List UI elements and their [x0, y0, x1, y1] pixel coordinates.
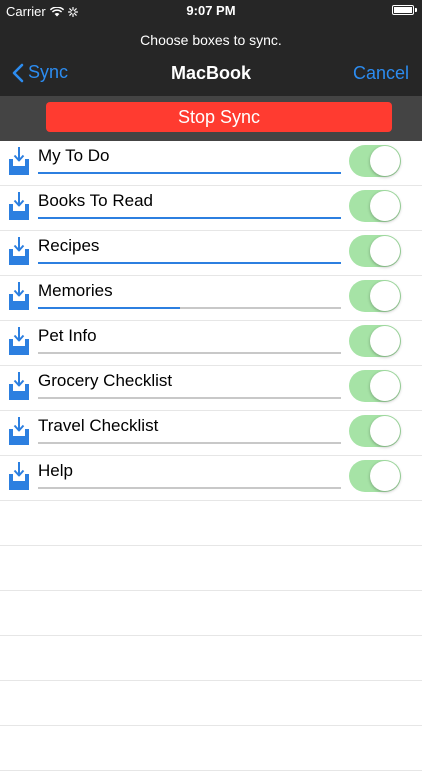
box-download-icon	[8, 416, 30, 446]
box-name: Help	[38, 461, 73, 480]
sync-toggle[interactable]	[349, 190, 401, 222]
box-download-icon	[8, 236, 30, 266]
sync-progress-bar	[38, 217, 341, 219]
sync-progress-fill	[38, 217, 341, 219]
toggle-knob	[370, 461, 400, 491]
sync-progress-bar	[38, 352, 341, 354]
sync-toggle[interactable]	[349, 325, 401, 357]
sync-toggle[interactable]	[349, 280, 401, 312]
cancel-button[interactable]: Cancel	[353, 63, 409, 84]
list-item[interactable]: Grocery Checklist	[0, 366, 422, 411]
toggle-knob	[370, 146, 400, 176]
box-name: My To Do	[38, 146, 110, 165]
list-item[interactable]: Memories	[0, 276, 422, 321]
back-button[interactable]: Sync	[12, 62, 68, 83]
sync-prompt: Choose boxes to sync.	[140, 32, 282, 48]
box-name: Grocery Checklist	[38, 371, 173, 390]
status-bar: Carrier 9:07 PM	[0, 0, 422, 22]
toggle-knob	[370, 416, 400, 446]
chevron-left-icon	[12, 63, 24, 82]
toggle-knob	[370, 191, 400, 221]
sync-progress-bar	[38, 307, 341, 309]
sync-progress-fill	[38, 307, 181, 309]
list-item[interactable]: My To Do	[0, 141, 422, 186]
toggle-knob	[370, 236, 400, 266]
sync-progress-bar	[38, 172, 341, 174]
sync-toggle[interactable]	[349, 235, 401, 267]
empty-list-row	[0, 546, 422, 591]
empty-list-row	[0, 681, 422, 726]
sync-progress-fill	[38, 262, 341, 264]
status-time: 9:07 PM	[186, 3, 236, 18]
box-name: Books To Read	[38, 191, 153, 210]
box-download-icon	[8, 326, 30, 356]
box-name: Pet Info	[38, 326, 97, 345]
sync-progress-bar	[38, 487, 341, 489]
stop-sync-button[interactable]: Stop Sync	[46, 102, 392, 132]
list-item[interactable]: Help	[0, 456, 422, 501]
empty-list-row	[0, 636, 422, 681]
sync-toggle[interactable]	[349, 370, 401, 402]
sync-toggle[interactable]	[349, 145, 401, 177]
toggle-knob	[370, 281, 400, 311]
back-label: Sync	[28, 62, 69, 82]
box-name: Travel Checklist	[38, 416, 159, 435]
sync-progress-bar	[38, 397, 341, 399]
box-download-icon	[8, 371, 30, 401]
header: Carrier 9:07 PM Choose boxes to sync. Sy…	[0, 0, 422, 96]
sync-toggle[interactable]	[349, 415, 401, 447]
empty-list-row	[0, 726, 422, 771]
battery-icon	[392, 5, 417, 15]
list-item[interactable]: Books To Read	[0, 186, 422, 231]
sync-progress-bar	[38, 262, 341, 264]
sync-progress-fill	[38, 172, 341, 174]
box-download-icon	[8, 191, 30, 221]
sync-toggle[interactable]	[349, 460, 401, 492]
toggle-knob	[370, 326, 400, 356]
empty-list-row	[0, 591, 422, 636]
box-list: My To Do Books To Read Recipes Memories Pet …	[0, 141, 422, 771]
list-item[interactable]: Pet Info	[0, 321, 422, 366]
box-name: Memories	[38, 281, 113, 300]
list-item[interactable]: Recipes	[0, 231, 422, 276]
toggle-knob	[370, 371, 400, 401]
list-item[interactable]: Travel Checklist	[0, 411, 422, 456]
sync-progress-bar	[38, 442, 341, 444]
box-name: Recipes	[38, 236, 100, 255]
box-download-icon	[8, 146, 30, 176]
empty-list-row	[0, 501, 422, 546]
stop-sync-bar: Stop Sync	[0, 96, 422, 141]
box-download-icon	[8, 281, 30, 311]
box-download-icon	[8, 461, 30, 491]
